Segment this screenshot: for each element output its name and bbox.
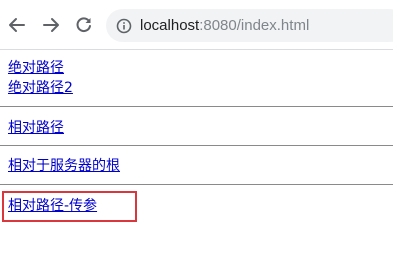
browser-toolbar: localhost:8080/index.html (0, 0, 393, 50)
link-absolute-path-2[interactable]: 绝对路径2 (8, 78, 73, 98)
address-bar[interactable]: localhost:8080/index.html (106, 9, 393, 42)
url-path: :8080/index.html (199, 17, 310, 34)
divider (0, 145, 393, 146)
link-relative-to-server-root[interactable]: 相对于服务器的根 (8, 156, 120, 176)
url-text[interactable]: localhost:8080/index.html (140, 17, 309, 34)
link-relative-path[interactable]: 相对路径 (8, 118, 64, 138)
arrow-right-icon (43, 18, 59, 32)
link-absolute-path[interactable]: 绝对路径 (8, 58, 64, 78)
reload-icon (76, 17, 91, 33)
back-button[interactable] (6, 14, 28, 36)
forward-button[interactable] (40, 14, 62, 36)
divider (0, 106, 393, 107)
highlight-annotation-box (2, 191, 137, 222)
url-host: localhost (140, 17, 200, 34)
divider (0, 184, 393, 185)
arrow-left-icon (9, 18, 25, 32)
info-circle-icon[interactable] (116, 18, 132, 34)
reload-button[interactable] (73, 14, 95, 36)
